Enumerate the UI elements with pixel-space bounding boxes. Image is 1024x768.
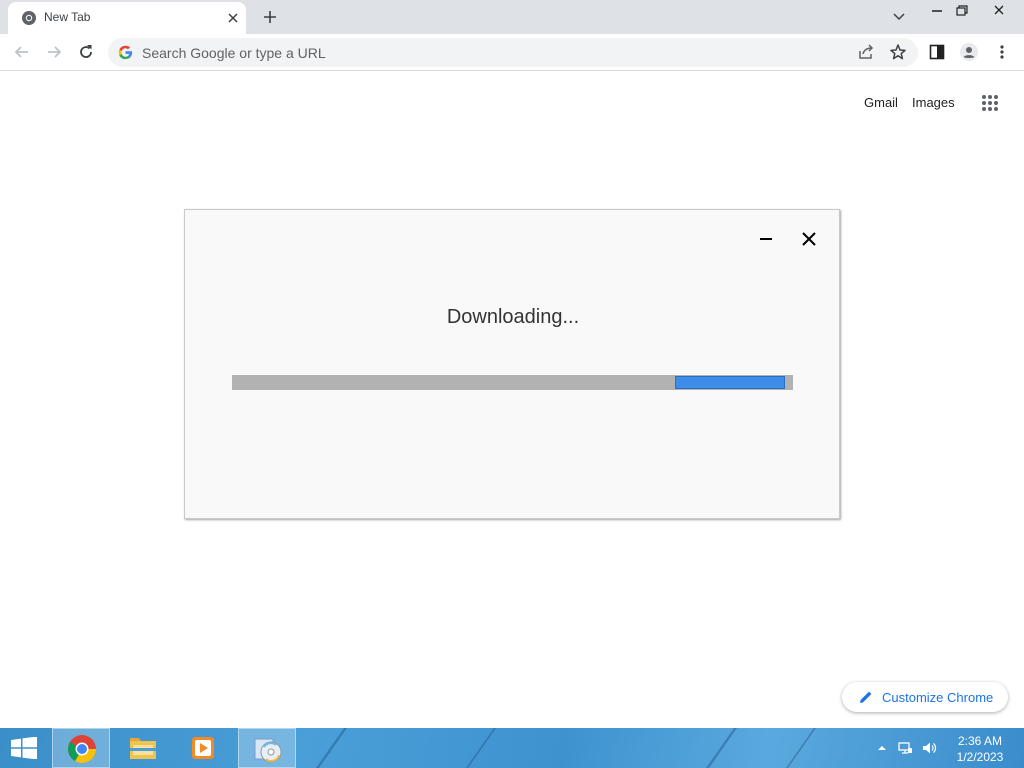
- file-explorer-icon: [130, 738, 156, 759]
- side-panel-icon[interactable]: [927, 42, 947, 62]
- new-tab-icon[interactable]: [259, 6, 281, 28]
- setup-disc-icon: [254, 738, 282, 763]
- windows-start-icon[interactable]: [10, 737, 38, 759]
- dialog-title: Downloading...: [446, 306, 580, 328]
- back-icon[interactable]: [12, 42, 32, 62]
- reload-icon[interactable]: [76, 42, 96, 62]
- network-icon[interactable]: [897, 740, 913, 756]
- minimize-icon[interactable]: [927, 2, 947, 20]
- google-g-icon: [118, 45, 133, 60]
- omnibox[interactable]: Search Google or type a URL: [108, 38, 918, 67]
- download-progress-bar: [232, 375, 793, 390]
- restore-icon[interactable]: [952, 2, 972, 20]
- tab-title: New Tab: [44, 10, 91, 24]
- gmail-link[interactable]: Gmail: [864, 95, 898, 110]
- taskbar-setup[interactable]: [238, 728, 296, 768]
- browser-toolbar: Search Google or type a URL: [0, 34, 1024, 71]
- close-icon[interactable]: [800, 230, 818, 248]
- chrome-icon: [68, 735, 96, 763]
- taskbar-chrome[interactable]: [52, 728, 110, 768]
- profile-icon[interactable]: [959, 42, 979, 62]
- menu-icon[interactable]: [992, 42, 1012, 62]
- star-icon[interactable]: [888, 42, 908, 62]
- customize-chrome-button[interactable]: Customize Chrome: [842, 682, 1008, 712]
- images-link[interactable]: Images: [912, 95, 955, 110]
- share-icon[interactable]: [856, 42, 876, 62]
- google-apps-icon[interactable]: [981, 94, 999, 112]
- taskbar-file-explorer[interactable]: [114, 728, 172, 768]
- close-tab-icon[interactable]: [224, 9, 242, 27]
- windows-taskbar: 2:36 AM 1/2/2023: [0, 728, 1024, 768]
- forward-icon[interactable]: [44, 42, 64, 62]
- volume-icon[interactable]: [921, 740, 937, 756]
- chevron-down-icon[interactable]: [889, 8, 909, 26]
- progress-fill: [675, 376, 785, 389]
- clock-time[interactable]: 2:36 AM: [950, 734, 1010, 748]
- customize-chrome-label: Customize Chrome: [882, 690, 994, 705]
- tray-expand-icon[interactable]: [874, 740, 890, 756]
- chrome-icon: [22, 11, 36, 25]
- tab-strip: New Tab: [0, 0, 1024, 34]
- download-dialog: Downloading...: [184, 209, 840, 519]
- tab-new-tab[interactable]: New Tab: [8, 2, 246, 34]
- omnibox-placeholder: Search Google or type a URL: [142, 45, 326, 61]
- close-window-icon[interactable]: [989, 2, 1009, 20]
- pencil-icon: [860, 691, 872, 703]
- clock-date[interactable]: 1/2/2023: [950, 750, 1010, 764]
- minimize-icon[interactable]: [757, 230, 775, 248]
- taskbar-media-player[interactable]: [174, 728, 232, 768]
- media-player-icon: [192, 737, 214, 759]
